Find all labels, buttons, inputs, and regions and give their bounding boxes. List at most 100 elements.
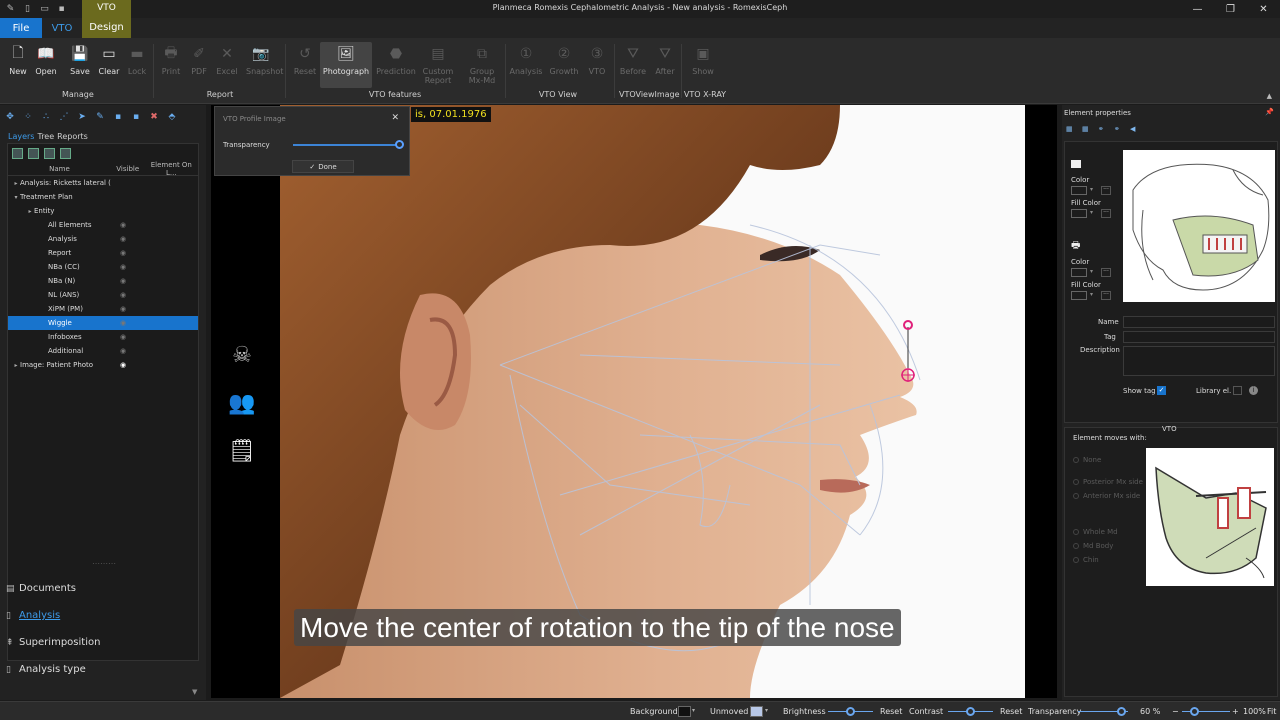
chevron-down-icon[interactable]: ▾ xyxy=(1090,186,1098,195)
brightness-reset[interactable]: Reset xyxy=(880,707,902,716)
open-button[interactable]: 📖 Open xyxy=(31,42,61,76)
save-button[interactable]: 💾 Save xyxy=(65,42,95,76)
transparency-slider[interactable] xyxy=(293,144,401,146)
excel-button[interactable]: ✕ Excel xyxy=(212,42,242,76)
tag-input[interactable] xyxy=(1123,331,1275,343)
nav-item-analysis-type[interactable]: ▯ Analysis type xyxy=(0,656,206,683)
reset-button[interactable]: ↺ Reset xyxy=(290,42,320,76)
before-button[interactable]: ⛛ Before xyxy=(618,42,648,76)
col-element[interactable]: Element On L... xyxy=(145,161,198,177)
unmoved-color-box[interactable] xyxy=(750,706,763,717)
image-canvas[interactable]: is, 07.01.1976 ☠ 👥 🗒 VTO Profile Image ✕… xyxy=(211,105,1057,698)
tab-design[interactable]: VTO Design xyxy=(82,0,131,38)
show-button[interactable]: ▣ Show xyxy=(688,42,718,76)
dialog-close-icon[interactable]: ✕ xyxy=(391,113,399,123)
link-element-icon[interactable]: ⚭ xyxy=(1098,125,1108,135)
contrast-reset[interactable]: Reset xyxy=(1000,707,1022,716)
fill-color-swatch[interactable] xyxy=(1071,209,1087,218)
multi-point-icon[interactable]: ⁘ xyxy=(22,111,34,123)
tab-layers[interactable]: Layers xyxy=(8,132,34,141)
sound-icon[interactable]: ◀ xyxy=(1130,125,1140,135)
name-input[interactable] xyxy=(1123,316,1275,328)
curve-tool-icon[interactable]: ∴ xyxy=(40,111,52,123)
minimize-icon[interactable]: — xyxy=(1181,0,1214,18)
background-color-box[interactable] xyxy=(678,706,691,717)
add-element-icon[interactable]: ▦ xyxy=(1066,125,1076,135)
snapshot-button[interactable]: 📷 Snapshot xyxy=(246,42,283,76)
pin-icon[interactable]: 📌 xyxy=(1265,108,1274,116)
settings-icon[interactable]: ✎ xyxy=(4,3,17,16)
splitter-grip[interactable]: ⋯⋯⋯ xyxy=(92,559,116,568)
new-button[interactable]: 🗋 New xyxy=(3,42,33,76)
moves-option[interactable]: Anterior Mx side xyxy=(1073,492,1140,500)
visibility-eye-icon[interactable]: ◉ xyxy=(120,249,128,257)
visibility-eye-icon[interactable]: ◉ xyxy=(120,347,128,355)
layer-row[interactable]: Additional ◉ xyxy=(8,344,198,358)
vto-button[interactable]: ③ VTO xyxy=(582,42,612,76)
layer-row[interactable]: ▸ Entity xyxy=(8,204,198,218)
expander-icon[interactable]: ▾ xyxy=(12,194,20,201)
col-visible[interactable]: Visible xyxy=(111,165,145,173)
contrast-knob[interactable] xyxy=(966,707,975,716)
unlink-element-icon[interactable]: ⚭ xyxy=(1114,125,1124,135)
transparency-knob[interactable] xyxy=(395,140,404,149)
visibility-eye-icon[interactable]: ◉ xyxy=(120,333,128,341)
remove-element-icon[interactable]: ▦ xyxy=(1082,125,1092,135)
growth-button[interactable]: ② Growth xyxy=(547,42,581,76)
restore-icon[interactable]: ❐ xyxy=(1214,0,1247,18)
zoom-knob[interactable] xyxy=(1190,707,1199,716)
expander-icon[interactable]: ▸ xyxy=(12,362,20,369)
expander-icon[interactable]: ▸ xyxy=(12,180,20,187)
chevron-down-icon[interactable]: ▾ xyxy=(692,707,695,714)
color-swatch[interactable] xyxy=(1071,186,1087,195)
visibility-eye-icon[interactable]: ◉ xyxy=(120,263,128,271)
chevron-down-icon[interactable]: ▾ xyxy=(765,707,768,714)
moves-option[interactable]: Whole Md xyxy=(1073,528,1118,536)
chevron-down-icon[interactable]: ▾ xyxy=(1090,268,1098,277)
library-el-checkbox[interactable] xyxy=(1233,386,1242,395)
layer-row[interactable]: Infoboxes ◉ xyxy=(8,330,198,344)
after-button[interactable]: ⛛ After xyxy=(650,42,680,76)
lock-button[interactable]: ▬ Lock xyxy=(122,42,152,76)
visibility-eye-icon[interactable]: ◉ xyxy=(120,319,128,327)
layer-row[interactable]: Report ◉ xyxy=(8,246,198,260)
delete-tool-icon[interactable]: ✖ xyxy=(148,111,160,123)
brightness-knob[interactable] xyxy=(846,707,855,716)
print-color-swatch[interactable] xyxy=(1071,268,1087,277)
print-button[interactable]: 🖶 Print xyxy=(156,42,186,76)
tab-tree[interactable]: Tree xyxy=(37,132,54,141)
visibility-eye-icon[interactable]: ◉ xyxy=(120,235,128,243)
nav-item-documents[interactable]: ▤ Documents xyxy=(0,575,206,602)
moves-option[interactable]: Posterior Mx side xyxy=(1073,478,1143,486)
new-doc-icon[interactable]: ▯ xyxy=(21,3,34,16)
zoom-out-icon[interactable]: − xyxy=(1172,707,1179,716)
more-icon[interactable]: ··· xyxy=(1101,186,1111,195)
print-fill-swatch[interactable] xyxy=(1071,291,1087,300)
visibility-eye-icon[interactable]: ◉ xyxy=(120,291,128,299)
layer-row[interactable]: Wiggle ◉ xyxy=(8,316,198,330)
transparency-status-knob[interactable] xyxy=(1117,707,1126,716)
moves-option[interactable]: None xyxy=(1073,456,1101,464)
collapse-ribbon-icon[interactable]: ▲ xyxy=(1267,92,1272,100)
lock-layer-icon[interactable] xyxy=(44,148,55,159)
box-tool-icon[interactable]: ▪ xyxy=(130,111,142,123)
open-icon[interactable]: ▭ xyxy=(38,3,51,16)
tag-tool-icon[interactable]: ⬘ xyxy=(166,111,178,123)
show-tag-checkbox[interactable]: ✓ xyxy=(1157,386,1166,395)
tab-vto[interactable]: VTO xyxy=(44,18,80,38)
photograph-button[interactable]: 🖼 Photograph xyxy=(320,42,372,88)
layer-row[interactable]: NBa (CC) ◉ xyxy=(8,260,198,274)
custom-report-button[interactable]: ▤ Custom Report xyxy=(420,42,456,85)
scroll-down-icon[interactable]: ▼ xyxy=(192,688,197,696)
clear-button[interactable]: ▭ Clear xyxy=(94,42,124,76)
group-mx-md-button[interactable]: ⧉ Group Mx-Md xyxy=(464,42,500,85)
select-tool-icon[interactable]: ➤ xyxy=(76,111,88,123)
chevron-down-icon[interactable]: ▾ xyxy=(1090,209,1098,218)
fit-button[interactable]: Fit xyxy=(1267,707,1276,716)
nav-item-analysis[interactable]: ▯ Analysis xyxy=(0,602,206,629)
col-name[interactable]: Name xyxy=(8,165,111,173)
pen-tool-icon[interactable]: ✎ xyxy=(94,111,106,123)
layer-row[interactable]: All Elements ◉ xyxy=(8,218,198,232)
remove-layer-icon[interactable] xyxy=(28,148,39,159)
moves-option[interactable]: Chin xyxy=(1073,556,1099,564)
